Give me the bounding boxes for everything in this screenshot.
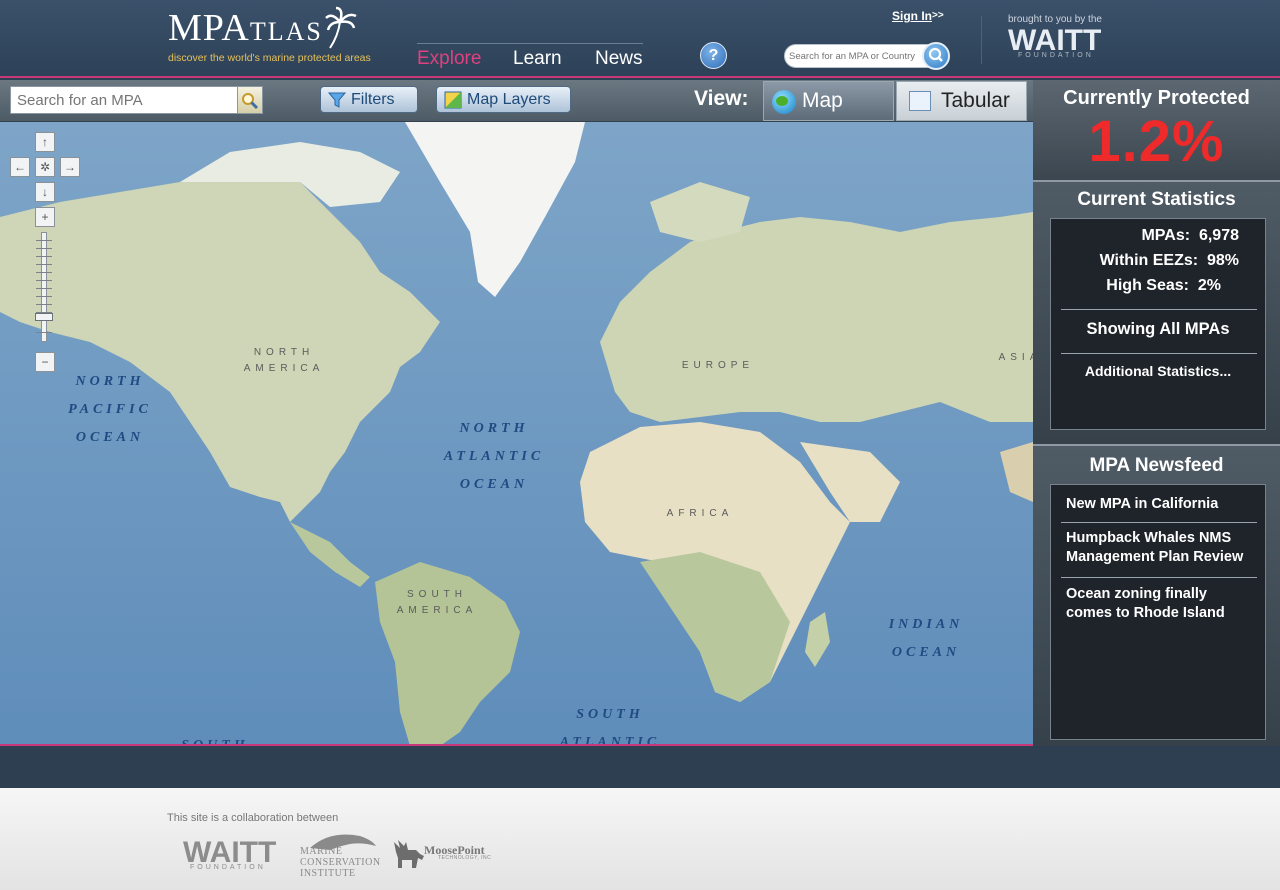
moose-icon [394, 840, 424, 868]
header-search [784, 44, 934, 68]
news-rule [1061, 522, 1257, 523]
layers-icon [444, 91, 462, 109]
newsfeed-box: New MPA in California Humpback Whales NM… [1050, 484, 1266, 740]
header-search-input[interactable] [785, 45, 927, 67]
marine-conservation-institute-logo[interactable]: MARINE CONSERVATION INSTITUTE [300, 846, 381, 879]
statistics-title: Current Statistics [1077, 189, 1236, 210]
stat-within-eezs: Within EEZs: 98% [1099, 252, 1239, 269]
news-item[interactable]: Humpback Whales NMS Management Plan Revie… [1066, 529, 1261, 567]
statistics-box: MPAs: 6,978 Within EEZs: 98% High Seas: … [1050, 218, 1266, 430]
news-rule [1061, 577, 1257, 578]
showing-all-mpas[interactable]: Showing All MPAs [1051, 320, 1265, 339]
world-map[interactable]: NORTH PACIFIC OCEAN NORTH ATLANTIC OCEAN IND… [0, 122, 1033, 746]
waitt-foundation-logo-sub: FOUNDATION [190, 864, 266, 871]
protected-title: Currently Protected [1063, 87, 1250, 109]
filters-label: Filters [351, 91, 395, 108]
news-item[interactable]: New MPA in California [1066, 495, 1261, 514]
palm-tree-icon [325, 6, 357, 49]
footer-band [0, 748, 1280, 788]
view-tab-map-label: Map [802, 89, 843, 112]
pan-down-button[interactable]: ↓ [35, 182, 55, 202]
newsfeed-panel: MPA Newsfeed New MPA in California Humpb… [1033, 446, 1280, 746]
zoom-tick [36, 288, 52, 289]
zoom-tick [36, 280, 52, 281]
zoom-slider[interactable] [35, 232, 53, 342]
logo-tagline: discover the world's marine protected ar… [168, 52, 371, 64]
land-label-europe: EUROPE [681, 360, 755, 371]
newsfeed-title: MPA Newsfeed [1089, 455, 1224, 476]
zoom-in-button[interactable]: + [35, 207, 55, 227]
additional-statistics-link[interactable]: Additional Statistics... [1051, 363, 1265, 379]
map-layers-button[interactable]: Map Layers [436, 86, 571, 113]
ocean-label-south: SOUTH [181, 738, 249, 746]
stats-rule [1061, 353, 1257, 354]
zoom-tick [36, 264, 52, 265]
ocean-label-indian: INDIAN OCEAN [888, 617, 964, 660]
zoom-tick [36, 248, 52, 249]
nav-news[interactable]: News [595, 48, 643, 70]
view-tab-tabular[interactable]: Tabular [896, 81, 1027, 121]
view-tab-map[interactable]: Map [763, 81, 894, 121]
sponsor-logo[interactable]: WAITT [1008, 26, 1101, 56]
stat-mpas: MPAs: 6,978 [1141, 227, 1239, 244]
stats-rule [1061, 309, 1257, 310]
globe-icon [772, 90, 796, 114]
filters-button[interactable]: Filters [320, 86, 418, 113]
stats-sidebar: Currently Protected 1.2% Current Statist… [1033, 80, 1280, 746]
statistics-panel: Current Statistics MPAs: 6,978 Within EE… [1033, 182, 1280, 444]
help-icon[interactable]: ? [700, 42, 727, 69]
land-label-south-america: SOUTH AMERICA [396, 589, 478, 616]
zoom-tick [36, 296, 52, 297]
pan-center-button[interactable]: ✲ [35, 157, 55, 177]
land-label-north-america: NORTH AMERICA [243, 347, 325, 374]
protected-panel: Currently Protected 1.2% [1033, 80, 1280, 180]
site-header: MPATLAS discover the world's marine prot… [0, 0, 1280, 78]
view-label: View: [694, 87, 749, 110]
zoom-tick [36, 240, 52, 241]
mpa-search-input[interactable] [11, 87, 235, 113]
search-icon [928, 47, 943, 62]
ocean-label-south-atlantic: SOUTH ATLANTIC [559, 707, 661, 746]
pan-left-button[interactable]: ← [10, 157, 30, 177]
table-icon [909, 91, 931, 111]
land-label-africa: AFRICA [666, 508, 734, 519]
mpa-search [10, 86, 238, 114]
moosepoint-logo-sub: TECHNOLOGY, INC [438, 855, 492, 861]
sign-in-arrow: >> [932, 10, 944, 21]
collaboration-text: This site is a collaboration between [167, 812, 339, 824]
nav-learn[interactable]: Learn [513, 48, 562, 70]
protected-value: 1.2% [1088, 109, 1225, 174]
zoom-tick [36, 256, 52, 257]
ocean-label-north-pacific: NORTH PACIFIC OCEAN [68, 374, 152, 445]
header-divider [981, 16, 982, 64]
sign-in-link[interactable]: Sign In [892, 9, 932, 23]
map-toolbar: Filters Map Layers View: Map Tabular [0, 80, 1033, 122]
magnifier-icon [242, 93, 259, 110]
map-layers-label: Map Layers [467, 91, 551, 108]
header-search-button[interactable] [922, 42, 950, 70]
ocean-label-north-atlantic: NORTH ATLANTIC OCEAN [443, 421, 545, 492]
zoom-tick [36, 332, 52, 333]
land-label-asia: ASIA [998, 352, 1033, 363]
zoom-tick [36, 272, 52, 273]
zoom-out-button[interactable]: − [35, 352, 55, 372]
view-tab-tabular-label: Tabular [941, 89, 1010, 112]
zoom-tick [36, 304, 52, 305]
pan-up-button[interactable]: ↑ [35, 132, 55, 152]
site-footer: This site is a collaboration between WAI… [0, 788, 1280, 890]
sponsor-logo-sub: FOUNDATION [1018, 52, 1094, 59]
main-nav: Explore Learn News [417, 43, 643, 73]
news-item[interactable]: Ocean zoning finally comes to Rhode Islan… [1066, 585, 1261, 623]
zoom-handle[interactable] [35, 313, 53, 321]
stat-high-seas: High Seas: 2% [1106, 277, 1221, 294]
nav-explore[interactable]: Explore [417, 48, 481, 70]
pan-right-button[interactable]: → [60, 157, 80, 177]
funnel-icon [328, 92, 346, 108]
mpa-search-button[interactable] [237, 86, 263, 114]
